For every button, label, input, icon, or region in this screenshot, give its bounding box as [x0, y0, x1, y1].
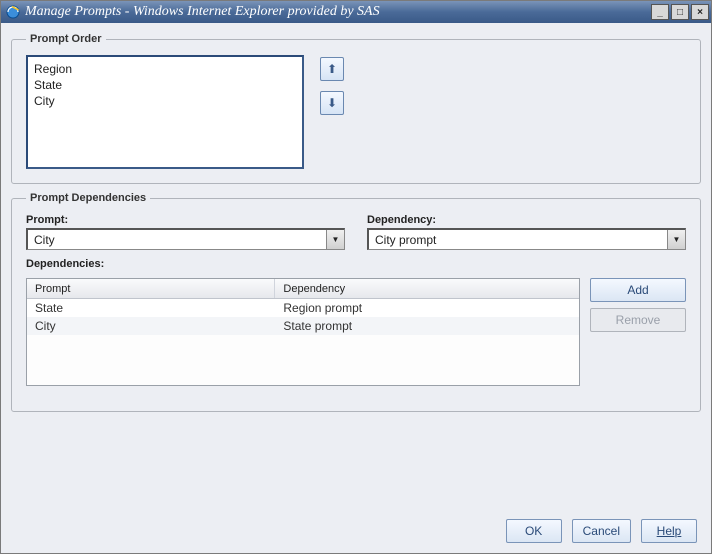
prompt-label: Prompt: — [26, 214, 345, 226]
arrow-up-icon: ⬆ — [327, 62, 337, 76]
list-item[interactable]: State — [34, 77, 296, 93]
prompt-dependencies-legend: Prompt Dependencies — [26, 192, 150, 204]
help-label: Help — [657, 524, 682, 538]
remove-button: Remove — [590, 308, 686, 332]
table-row[interactable]: City State prompt — [27, 317, 579, 335]
prompt-dependencies-group: Prompt Dependencies Prompt: City ▼ Depen… — [11, 192, 701, 412]
dependencies-table[interactable]: Prompt Dependency State Region prompt Ci… — [26, 278, 580, 386]
help-button[interactable]: Help — [641, 519, 697, 543]
table-row[interactable]: State Region prompt — [27, 299, 579, 317]
table-body: State Region prompt City State prompt — [27, 299, 579, 335]
dependency-select-value: City prompt — [369, 230, 667, 249]
dialog-footer: OK Cancel Help — [11, 511, 701, 545]
close-button[interactable]: × — [691, 4, 709, 20]
prompt-order-group: Prompt Order Region State City ⬆ ⬇ — [11, 33, 701, 184]
ie-icon — [5, 4, 21, 20]
dependency-label: Dependency: — [367, 214, 686, 226]
move-down-button[interactable]: ⬇ — [320, 91, 344, 115]
minimize-button[interactable]: _ — [651, 4, 669, 20]
cell-prompt: State — [27, 299, 275, 317]
column-header-dependency[interactable]: Dependency — [275, 279, 579, 298]
cell-dependency: Region prompt — [275, 299, 579, 317]
arrow-down-icon: ⬇ — [327, 96, 337, 110]
window-controls: _ □ × — [651, 4, 709, 20]
move-up-button[interactable]: ⬆ — [320, 57, 344, 81]
prompt-order-legend: Prompt Order — [26, 33, 106, 45]
dependencies-label: Dependencies: — [26, 258, 686, 270]
prompt-select[interactable]: City ▼ — [26, 228, 345, 250]
dialog-content: Prompt Order Region State City ⬆ ⬇ Promp… — [1, 23, 711, 553]
cell-dependency: State prompt — [275, 317, 579, 335]
dependency-select[interactable]: City prompt ▼ — [367, 228, 686, 250]
chevron-down-icon[interactable]: ▼ — [667, 230, 685, 249]
window-title: Manage Prompts - Windows Internet Explor… — [25, 4, 651, 20]
reorder-controls: ⬆ ⬇ — [320, 55, 344, 115]
prompt-order-list[interactable]: Region State City — [26, 55, 304, 169]
column-header-prompt[interactable]: Prompt — [27, 279, 275, 298]
add-button[interactable]: Add — [590, 278, 686, 302]
dependency-buttons: Add Remove — [590, 278, 686, 386]
list-item[interactable]: Region — [34, 61, 296, 77]
cell-prompt: City — [27, 317, 275, 335]
table-header: Prompt Dependency — [27, 279, 579, 299]
list-item[interactable]: City — [34, 93, 296, 109]
ok-button[interactable]: OK — [506, 519, 562, 543]
titlebar: Manage Prompts - Windows Internet Explor… — [1, 1, 711, 23]
prompt-select-value: City — [28, 230, 326, 249]
maximize-button[interactable]: □ — [671, 4, 689, 20]
chevron-down-icon[interactable]: ▼ — [326, 230, 344, 249]
cancel-button[interactable]: Cancel — [572, 519, 631, 543]
